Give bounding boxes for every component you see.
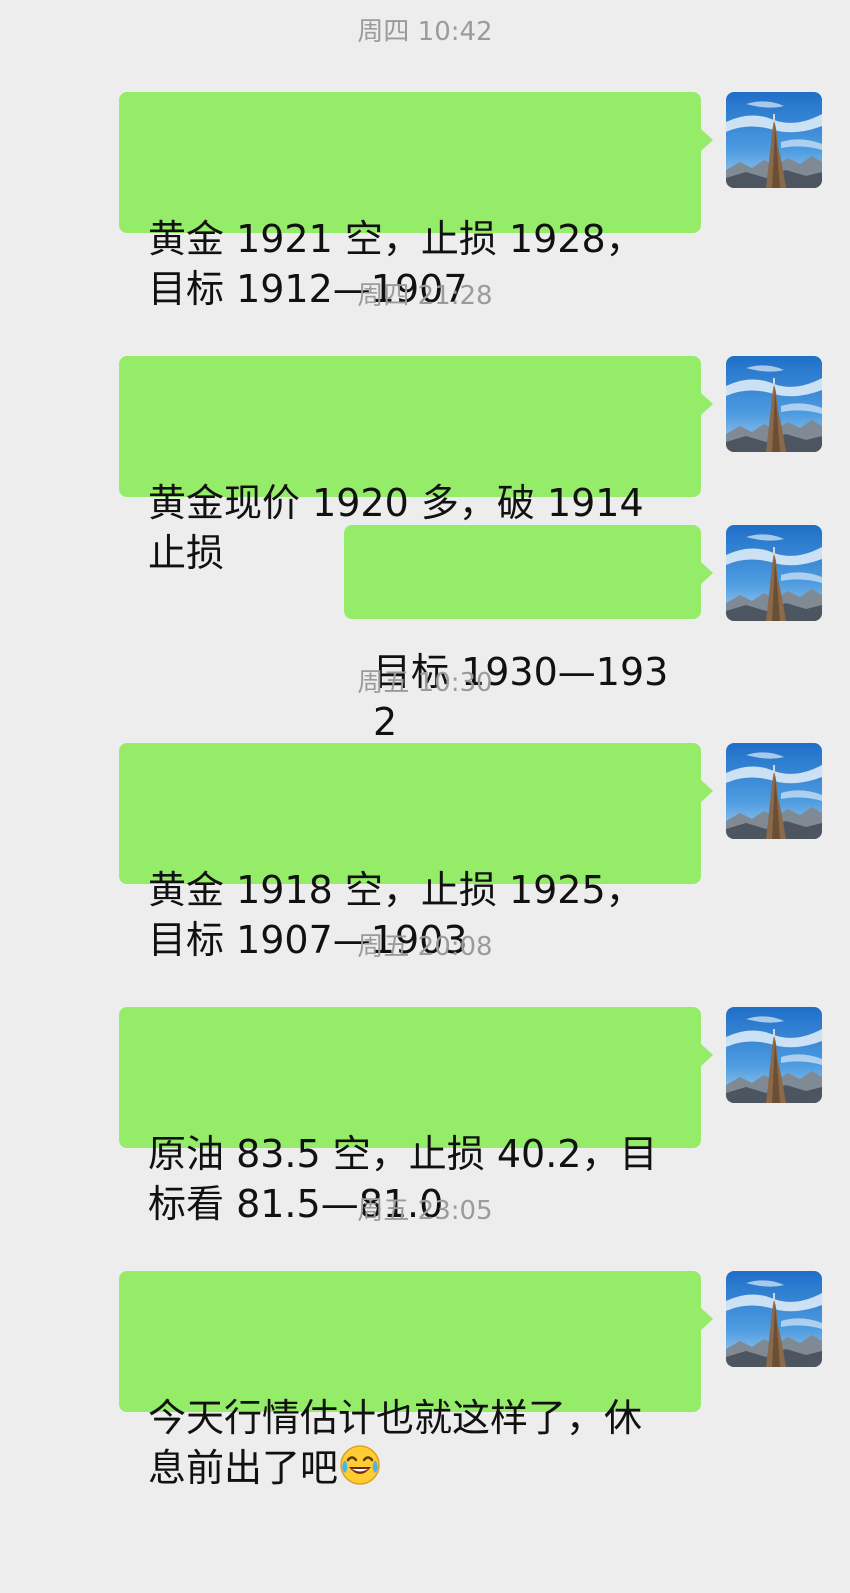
avatar[interactable] <box>726 525 822 621</box>
message-bubble[interactable]: 黄金 1918 空，止损 1925，目标 1907—1903 <box>119 743 701 962</box>
timestamp: 周五 20:08 <box>357 932 493 962</box>
mountain-landscape-image <box>726 743 822 839</box>
bubble-tail <box>701 562 713 584</box>
avatar[interactable] <box>726 1271 822 1367</box>
avatar[interactable] <box>726 1007 822 1103</box>
avatar[interactable] <box>726 743 822 839</box>
bubble-tail <box>701 129 713 151</box>
bubble-tail <box>701 780 713 802</box>
message-bubble[interactable]: 黄金现价 1920 多，破 1914 止损 <box>119 356 701 575</box>
avatar[interactable] <box>726 356 822 452</box>
mountain-landscape-image <box>726 525 822 621</box>
bubble-tail <box>701 1308 713 1330</box>
timestamp: 周四 10:42 <box>357 17 493 47</box>
message-bubble[interactable]: 目标 1930—1932 <box>344 525 701 744</box>
mountain-landscape-image <box>726 356 822 452</box>
avatar[interactable] <box>726 92 822 188</box>
message-bubble[interactable]: 今天行情估计也就这样了，休息前出了吧 <box>119 1271 701 1490</box>
mountain-landscape-image <box>726 1271 822 1367</box>
bubble-tail <box>701 1044 713 1066</box>
chat-area: 周四 10:42 黄金 1921 空，止损 1928，目标 1912—1907 … <box>0 0 850 1490</box>
mountain-landscape-image <box>726 92 822 188</box>
timestamp: 周五 10:30 <box>357 668 493 698</box>
message-text: 今天行情估计也就这样了，休息前出了吧 <box>148 1396 643 1490</box>
mountain-landscape-image <box>726 1007 822 1103</box>
message-bubble[interactable]: 原油 83.5 空，止损 40.2，目标看 81.5—81.0 <box>119 1007 701 1226</box>
face-with-tears-of-joy-emoji <box>338 1443 382 1487</box>
timestamp: 周五 23:05 <box>357 1196 493 1226</box>
timestamp: 周四 21:28 <box>357 281 493 311</box>
bubble-tail <box>701 393 713 415</box>
message-bubble[interactable]: 黄金 1921 空，止损 1928，目标 1912—1907 <box>119 92 701 311</box>
